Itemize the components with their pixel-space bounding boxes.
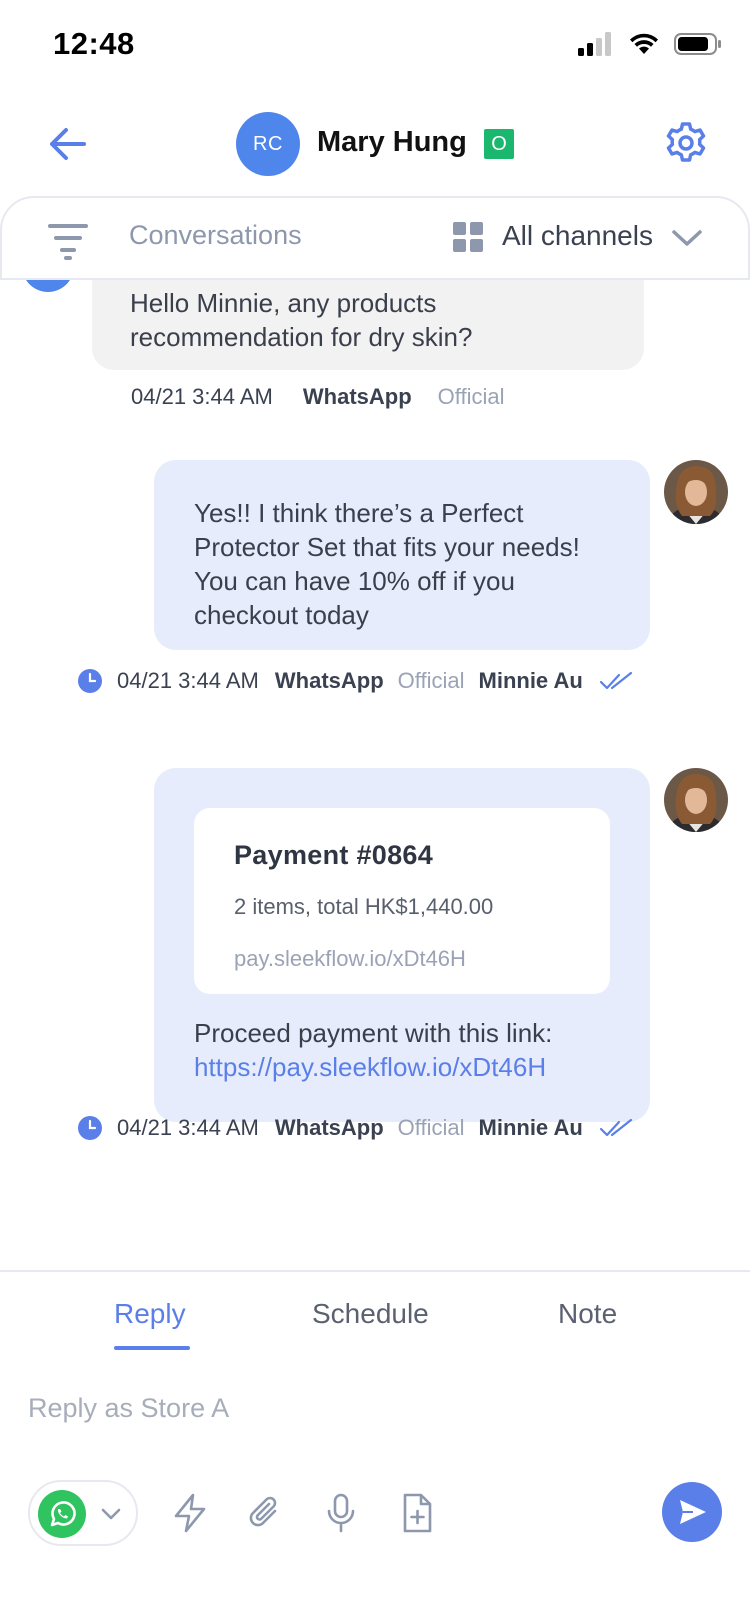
agent-avatar[interactable]: [664, 768, 728, 832]
status-time: 12:48: [53, 26, 135, 61]
status-icons: [578, 32, 722, 56]
microphone-icon[interactable]: [320, 1492, 362, 1534]
active-tab-indicator: [114, 1346, 190, 1350]
message-meta: 04/21 3:44 AM WhatsApp Official Minnie A…: [77, 668, 633, 694]
message-text: Proceed payment with this link: https://…: [194, 1016, 552, 1084]
payment-url-link[interactable]: https://pay.sleekflow.io/xDt46H: [194, 1050, 552, 1084]
contact-avatar[interactable]: RC: [236, 112, 300, 176]
message-meta: 04/21 3:44 AM WhatsApp Official Minnie A…: [77, 1115, 633, 1141]
message-composer: Reply Schedule Note: [0, 1270, 750, 1624]
clock-icon: [78, 669, 102, 693]
message-channel: WhatsApp: [274, 1115, 384, 1140]
contact-name[interactable]: Mary Hung: [317, 126, 467, 159]
send-button[interactable]: [662, 1482, 722, 1542]
conversations-label[interactable]: Conversations: [129, 220, 302, 251]
agent-avatar[interactable]: [664, 460, 728, 524]
paperclip-icon[interactable]: [244, 1492, 286, 1534]
message-time: 04/21 3:44 AM: [131, 384, 273, 409]
reply-input[interactable]: [28, 1384, 708, 1432]
message-agent: Minnie Au: [478, 668, 583, 693]
add-file-icon[interactable]: [396, 1492, 438, 1534]
payment-title: Payment #0864: [234, 840, 434, 870]
wifi-icon: [630, 33, 658, 54]
message-list[interactable]: Hello Minnie, any products recommendatio…: [0, 280, 750, 1270]
message-channel-type: Official: [437, 384, 505, 409]
payment-card-link[interactable]: pay.sleekflow.io/xDt46H: [234, 942, 570, 976]
message-bubble-outgoing[interactable]: Yes!! I think there’s a Perfect Protecto…: [154, 460, 650, 650]
send-icon: [680, 1500, 706, 1524]
message-text: Yes!! I think there’s a Perfect Protecto…: [194, 498, 580, 630]
message-bubble-payment[interactable]: Payment #0864 2 items, total HK$1,440.00…: [154, 768, 650, 1122]
proceed-text: Proceed payment with this link:: [194, 1018, 553, 1048]
tab-reply[interactable]: Reply: [114, 1298, 186, 1330]
agent-photo: [664, 460, 728, 524]
chevron-down-icon: [101, 1508, 121, 1520]
message-channel-type: Official: [397, 1115, 465, 1140]
conversation-filter-bar: Conversations All channels: [0, 196, 750, 280]
grid-icon: [453, 222, 483, 252]
agent-photo: [664, 768, 728, 832]
back-arrow-icon[interactable]: [44, 120, 92, 168]
message-channel: WhatsApp: [302, 384, 412, 409]
message-channel: WhatsApp: [274, 668, 384, 693]
message-channel-type: Official: [397, 668, 465, 693]
channel-filter[interactable]: All channels: [502, 220, 653, 252]
chevron-down-icon[interactable]: [670, 224, 704, 252]
whatsapp-icon: [38, 1490, 86, 1538]
read-checkmarks-icon: [599, 1118, 632, 1137]
tab-schedule[interactable]: Schedule: [312, 1298, 429, 1330]
message-agent: Minnie Au: [478, 1115, 583, 1140]
message-time: 04/21 3:44 AM: [117, 668, 259, 693]
cellular-signal-icon: [578, 32, 611, 56]
tab-note[interactable]: Note: [558, 1298, 617, 1330]
message-meta: 04/21 3:44 AM WhatsApp Official: [131, 384, 505, 410]
battery-icon: [674, 33, 721, 55]
message-bubble-incoming[interactable]: Hello Minnie, any products recommendatio…: [92, 280, 644, 370]
clock-icon: [78, 1116, 102, 1140]
chat-header: RC Mary Hung O: [0, 100, 750, 190]
status-badge[interactable]: O: [484, 129, 514, 159]
message-text: Hello Minnie, any products recommendatio…: [130, 288, 473, 352]
filter-icon[interactable]: [46, 220, 90, 260]
lightning-icon[interactable]: [169, 1492, 211, 1534]
contact-avatar-small: [22, 280, 74, 292]
gear-icon[interactable]: [663, 120, 709, 166]
status-bar: 12:48: [0, 0, 750, 90]
payment-summary: 2 items, total HK$1,440.00: [234, 894, 494, 919]
channel-selector[interactable]: [28, 1480, 138, 1546]
payment-card[interactable]: Payment #0864 2 items, total HK$1,440.00…: [194, 808, 610, 994]
read-checkmarks-icon: [599, 671, 632, 690]
message-time: 04/21 3:44 AM: [117, 1115, 259, 1140]
